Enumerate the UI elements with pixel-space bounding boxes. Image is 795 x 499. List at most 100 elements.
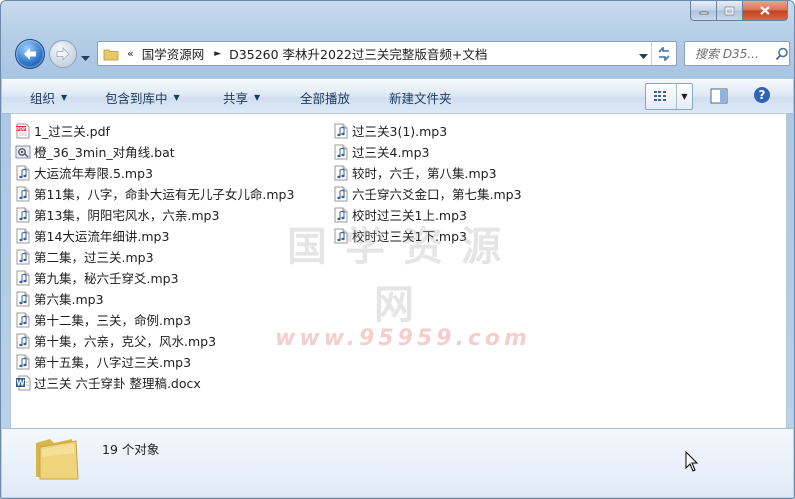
file-name: 第二集，过三关.mp3 [34, 250, 154, 265]
chevron-down-icon[interactable]: ▼ [677, 92, 692, 101]
file-item[interactable]: 橙_36_3min_对角线.bat [15, 141, 294, 162]
word-doc-icon: W [15, 375, 31, 391]
file-name: 1_过三关.pdf [34, 124, 110, 139]
help-button[interactable]: ? [753, 86, 771, 107]
audio-file-icon [15, 228, 31, 244]
search-icon[interactable] [775, 47, 789, 61]
forward-button[interactable] [49, 40, 77, 68]
folder-large-icon [36, 439, 79, 480]
file-item[interactable]: 第六集.mp3 [15, 288, 294, 309]
include-in-library-label: 包含到库中 [105, 91, 168, 106]
close-icon [760, 6, 770, 15]
search-box[interactable] [684, 41, 790, 66]
include-in-library-menu[interactable]: 包含到库中 ▼ [105, 88, 180, 107]
file-item[interactable]: PDF 1_过三关.pdf [15, 120, 294, 141]
file-name: 第11集，八字，命卦大运有无儿子女儿命.mp3 [34, 187, 295, 202]
file-name: 大运流年寿限.5.mp3 [34, 166, 153, 181]
search-input[interactable] [693, 45, 775, 62]
file-name: 第13集，阴阳宅风水，六亲.mp3 [34, 208, 220, 223]
navigation-bar: « 国学资源网 ► D35260 李林升2022过三关完整版音频+文档 [1, 37, 794, 69]
file-item[interactable]: 第十二集，三关，命例.mp3 [15, 309, 294, 330]
preview-pane-button[interactable] [710, 88, 728, 107]
chevron-down-icon [639, 54, 648, 59]
play-all-button[interactable]: 全部播放 [300, 88, 350, 107]
file-item[interactable]: 第十集，六亲，克父，风水.mp3 [15, 330, 294, 351]
file-item[interactable]: 大运流年寿限.5.mp3 [15, 162, 294, 183]
view-list-icon[interactable] [646, 84, 677, 109]
file-item[interactable]: W 过三关 六壬穿卦 整理稿.docx [15, 372, 294, 393]
file-name: 校时过三关1上.mp3 [352, 208, 467, 223]
organize-menu[interactable]: 组织 ▼ [30, 88, 67, 107]
svg-text:PDF: PDF [16, 126, 26, 132]
audio-file-icon [15, 354, 31, 370]
address-bar[interactable]: « 国学资源网 ► D35260 李林升2022过三关完整版音频+文档 [97, 41, 677, 66]
chevron-down-icon: ▼ [173, 93, 180, 102]
watermark-url: www.95959.com [275, 326, 531, 351]
change-view-button[interactable]: ▼ [645, 83, 693, 110]
file-item[interactable]: 第十五集，八字过三关.mp3 [15, 351, 294, 372]
address-history-dropdown[interactable] [639, 48, 648, 63]
pdf-icon: PDF [15, 123, 31, 139]
command-bar: 组织 ▼ 包含到库中 ▼ 共享 ▼ 全部播放 新建文件夹 ▼ ? [2, 79, 793, 114]
file-item[interactable]: 过三关4.mp3 [333, 141, 522, 162]
breadcrumb-item-site[interactable]: 国学资源网 [142, 44, 205, 63]
new-folder-label: 新建文件夹 [389, 91, 452, 106]
file-item[interactable]: 过三关3(1).mp3 [333, 120, 522, 141]
refresh-icon [658, 46, 670, 61]
audio-file-icon [15, 165, 31, 181]
forward-arrow-icon [56, 47, 70, 61]
maximize-button[interactable] [717, 1, 743, 21]
file-item[interactable]: 六壬穿六爻金口，第七集.mp3 [333, 183, 522, 204]
audio-file-icon [15, 333, 31, 349]
audio-file-icon [15, 312, 31, 328]
organize-label: 组织 [30, 91, 56, 106]
share-menu[interactable]: 共享 ▼ [223, 88, 260, 107]
audio-file-icon [333, 207, 349, 223]
file-item[interactable]: 较时，六壬，第八集.mp3 [333, 162, 522, 183]
back-button[interactable] [15, 39, 45, 69]
refresh-button[interactable] [651, 42, 676, 65]
file-list: PDF 1_过三关.pdf 橙_36_3min_对角线.bat 大运流年寿限.5.mp… [10, 113, 787, 429]
file-name: 第14大运流年细讲.mp3 [34, 229, 170, 244]
audio-file-icon [15, 249, 31, 265]
file-name: 过三关 六壬穿卦 整理稿.docx [34, 376, 201, 391]
file-name: 第九集，秘六壬穿爻.mp3 [34, 271, 179, 286]
audio-file-icon [15, 291, 31, 307]
file-name: 较时，六壬，第八集.mp3 [352, 166, 497, 181]
audio-file-icon [333, 186, 349, 202]
minimize-icon [699, 11, 708, 14]
audio-file-icon [15, 207, 31, 223]
file-name: 校时过三关1下.mp3 [352, 229, 467, 244]
new-folder-button[interactable]: 新建文件夹 [389, 88, 452, 107]
file-item[interactable]: 第13集，阴阳宅风水，六亲.mp3 [15, 204, 294, 225]
close-button[interactable] [743, 1, 788, 21]
breadcrumb-overflow[interactable]: « [127, 47, 134, 60]
item-count: 19 个对象 [102, 442, 160, 457]
file-item[interactable]: 校时过三关1下.mp3 [333, 225, 522, 246]
recent-pages-dropdown[interactable] [81, 50, 90, 65]
chevron-down-icon: ▼ [254, 93, 261, 102]
preview-pane-icon [710, 88, 728, 104]
caption-buttons [690, 1, 788, 21]
file-item[interactable]: 第二集，过三关.mp3 [15, 246, 294, 267]
audio-file-icon [15, 270, 31, 286]
breadcrumb-separator-icon[interactable]: ► [214, 49, 221, 59]
file-item[interactable]: 第11集，八字，命卦大运有无儿子女儿命.mp3 [15, 183, 294, 204]
chevron-down-icon: ▼ [61, 93, 68, 102]
breadcrumb-item-folder[interactable]: D35260 李林升2022过三关完整版音频+文档 [229, 44, 487, 63]
explorer-window: « 国学资源网 ► D35260 李林升2022过三关完整版音频+文档 组织 ▼ … [0, 0, 795, 499]
details-pane: 19 个对象 [2, 428, 793, 497]
audio-file-icon [333, 123, 349, 139]
help-icon: ? [754, 87, 770, 103]
file-name: 过三关3(1).mp3 [352, 124, 448, 139]
file-column-2: 过三关3(1).mp3 过三关4.mp3 较时，六壬，第八集.mp3 六壬穿六爻金口，… [333, 120, 522, 246]
file-name: 第十五集，八字过三关.mp3 [34, 355, 192, 370]
file-item[interactable]: 第14大运流年细讲.mp3 [15, 225, 294, 246]
audio-file-icon [15, 186, 31, 202]
file-item[interactable]: 第九集，秘六壬穿爻.mp3 [15, 267, 294, 288]
file-item[interactable]: 校时过三关1上.mp3 [333, 204, 522, 225]
audio-file-icon [333, 165, 349, 181]
minimize-button[interactable] [690, 1, 717, 21]
play-all-label: 全部播放 [300, 91, 351, 106]
maximize-icon [724, 6, 735, 15]
